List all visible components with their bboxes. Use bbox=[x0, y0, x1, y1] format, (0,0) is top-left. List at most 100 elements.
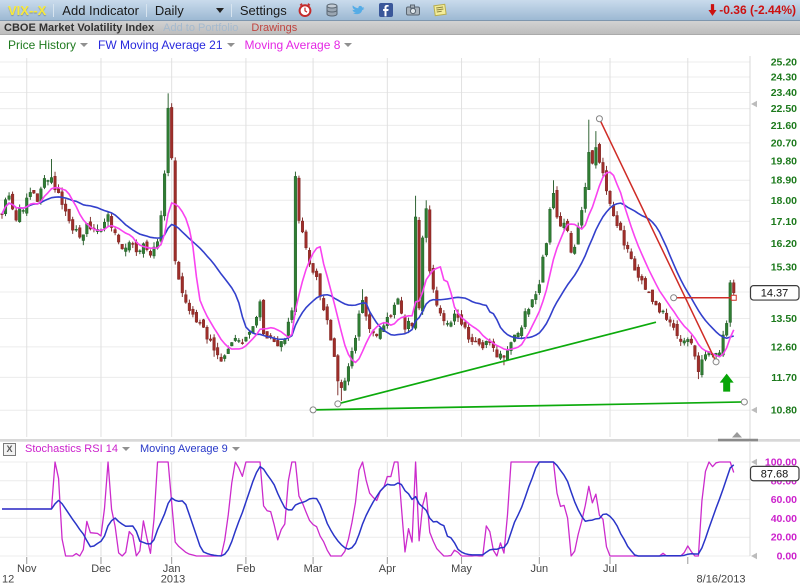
candle-body bbox=[298, 178, 301, 220]
candle-body bbox=[694, 346, 697, 356]
candle-body bbox=[679, 339, 682, 342]
candle-body bbox=[591, 150, 594, 163]
stochastics-layer bbox=[2, 462, 734, 556]
snapshot-camera-icon[interactable] bbox=[405, 2, 422, 19]
drawing-handle[interactable] bbox=[741, 399, 747, 405]
twitter-icon[interactable] bbox=[351, 2, 368, 19]
candle-body bbox=[174, 161, 177, 261]
settings-button[interactable]: Settings bbox=[240, 3, 287, 18]
price-history-dropdown[interactable]: Price History bbox=[8, 38, 76, 52]
candle-body bbox=[43, 178, 46, 187]
red-downtrend-line[interactable] bbox=[599, 119, 716, 362]
candle-body bbox=[78, 228, 81, 238]
drawing-handle[interactable] bbox=[310, 407, 316, 413]
drawing-handle[interactable] bbox=[596, 116, 602, 122]
chevron-down-icon[interactable] bbox=[232, 447, 240, 451]
fundamentals-icon[interactable] bbox=[324, 2, 341, 19]
green-horizontal-trendline[interactable] bbox=[313, 402, 744, 410]
candle-body bbox=[195, 312, 198, 322]
drawings-menu[interactable]: Drawings bbox=[251, 22, 297, 34]
stochastics-dropdown[interactable]: Stochastics RSI 14 bbox=[25, 443, 118, 455]
candle-body bbox=[464, 322, 467, 327]
candle-body bbox=[259, 302, 262, 317]
alerts-icon[interactable] bbox=[297, 2, 314, 19]
drawing-handle[interactable] bbox=[713, 359, 719, 365]
candle-body bbox=[11, 194, 14, 209]
red-line-end-marker[interactable] bbox=[731, 295, 736, 300]
candle-body bbox=[22, 210, 25, 211]
symbol-info-bar: CBOE Market Volatility Index Add to Port… bbox=[0, 21, 800, 35]
price-axis-label: 13.50 bbox=[771, 313, 797, 325]
indicator-value-label: 87.68 bbox=[751, 466, 800, 480]
green-up-arrow-marker[interactable] bbox=[720, 374, 734, 392]
price-axis-label: 18.00 bbox=[771, 195, 797, 207]
candle-body bbox=[450, 323, 453, 327]
candle-body bbox=[662, 311, 665, 312]
axis-marker-icon bbox=[751, 101, 757, 107]
candle-body bbox=[227, 349, 230, 354]
facebook-icon[interactable] bbox=[378, 2, 395, 19]
candle-body bbox=[347, 367, 350, 382]
add-to-portfolio-link[interactable]: Add to Portfolio bbox=[163, 22, 238, 34]
green-rising-trendline[interactable] bbox=[338, 322, 656, 404]
candle-body bbox=[725, 323, 728, 335]
chevron-down-icon[interactable] bbox=[344, 43, 352, 47]
candle-body bbox=[202, 320, 205, 328]
candle-body bbox=[701, 360, 704, 375]
candle-body bbox=[609, 191, 612, 203]
candle-body bbox=[425, 209, 428, 238]
candle-body bbox=[312, 263, 315, 272]
candle-body bbox=[556, 190, 559, 217]
chevron-down-icon[interactable] bbox=[122, 447, 130, 451]
candle-body bbox=[185, 295, 188, 303]
chevron-down-icon[interactable] bbox=[216, 8, 224, 13]
ma8-dropdown[interactable]: Moving Average 8 bbox=[245, 38, 341, 52]
drawing-handle[interactable] bbox=[335, 401, 341, 407]
candle-body bbox=[368, 315, 371, 329]
indicator-ma9-dropdown[interactable]: Moving Average 9 bbox=[140, 443, 228, 455]
candle-body bbox=[333, 339, 336, 357]
notes-icon[interactable] bbox=[432, 2, 449, 19]
axis-marker-icon bbox=[751, 407, 757, 413]
candle-body bbox=[542, 257, 545, 282]
candle-body bbox=[294, 176, 297, 311]
candle-body bbox=[128, 243, 131, 251]
candle-body bbox=[64, 204, 67, 211]
price-axis-label: 21.60 bbox=[771, 120, 797, 132]
collapse-pane-arrow-icon[interactable] bbox=[732, 432, 742, 438]
candle-body bbox=[393, 305, 396, 315]
indicator-axis-label: 60.00 bbox=[771, 494, 797, 506]
candle-body bbox=[199, 322, 202, 323]
price-axis-label: 12.60 bbox=[771, 341, 797, 353]
candle-body bbox=[241, 343, 244, 344]
candle-body bbox=[170, 107, 173, 158]
candle-body bbox=[400, 301, 403, 314]
candle-body bbox=[340, 382, 343, 387]
candle-body bbox=[33, 190, 36, 193]
indicator-pane-legend: X Stochastics RSI 14 Moving Average 9 bbox=[0, 441, 240, 457]
ma21-dropdown[interactable]: FW Moving Average 21 bbox=[98, 38, 223, 52]
candle-body bbox=[527, 309, 530, 314]
axis-labels: 25.2024.3023.4022.5021.6020.7019.8018.90… bbox=[765, 57, 797, 563]
last-price-label: 14.37 bbox=[751, 286, 800, 300]
chevron-down-icon[interactable] bbox=[80, 43, 88, 47]
candle-body bbox=[15, 211, 18, 221]
candle-body bbox=[648, 292, 651, 293]
year-label: 8/16/2013 bbox=[697, 574, 746, 584]
chevron-down-icon[interactable] bbox=[227, 43, 235, 47]
candle-body bbox=[216, 348, 219, 355]
price-chart[interactable]: 25.2024.3023.4022.5021.6020.7019.8018.90… bbox=[0, 54, 800, 584]
candle-body bbox=[322, 298, 325, 310]
candle-body bbox=[686, 339, 689, 341]
drawing-handle[interactable] bbox=[671, 295, 677, 301]
candle-body bbox=[245, 337, 248, 341]
candle-body bbox=[103, 222, 106, 228]
month-label: Nov bbox=[17, 563, 37, 575]
add-indicator-button[interactable]: Add Indicator bbox=[62, 3, 139, 18]
close-indicator-button[interactable]: X bbox=[3, 443, 16, 456]
toolbar-separator bbox=[53, 4, 54, 17]
symbol-label: VIX--X bbox=[8, 3, 46, 18]
candle-body bbox=[163, 174, 166, 216]
period-dropdown[interactable]: Daily bbox=[155, 3, 184, 18]
month-label: Dec bbox=[91, 563, 111, 575]
